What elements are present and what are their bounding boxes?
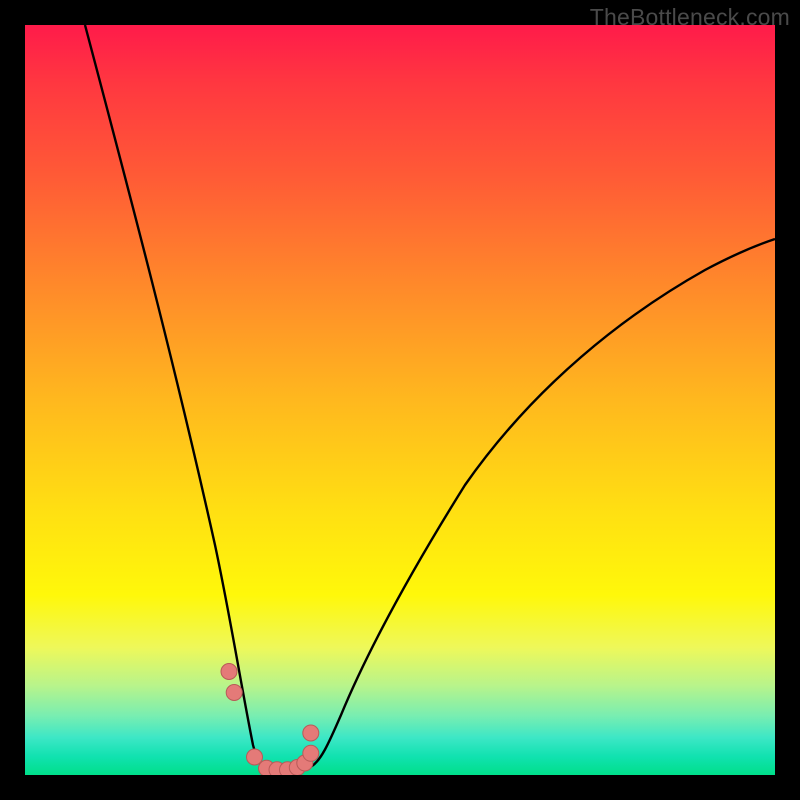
data-marker: [303, 725, 319, 741]
marker-group: [221, 664, 319, 776]
curve-group: [85, 25, 775, 772]
data-marker: [226, 685, 242, 701]
plot-area: [25, 25, 775, 775]
outer-frame: TheBottleneck.com: [0, 0, 800, 800]
data-marker: [303, 745, 319, 761]
chart-svg: [25, 25, 775, 775]
data-marker: [247, 749, 263, 765]
watermark-text: TheBottleneck.com: [590, 4, 790, 31]
data-marker: [221, 664, 237, 680]
bottleneck-curve: [85, 25, 775, 772]
